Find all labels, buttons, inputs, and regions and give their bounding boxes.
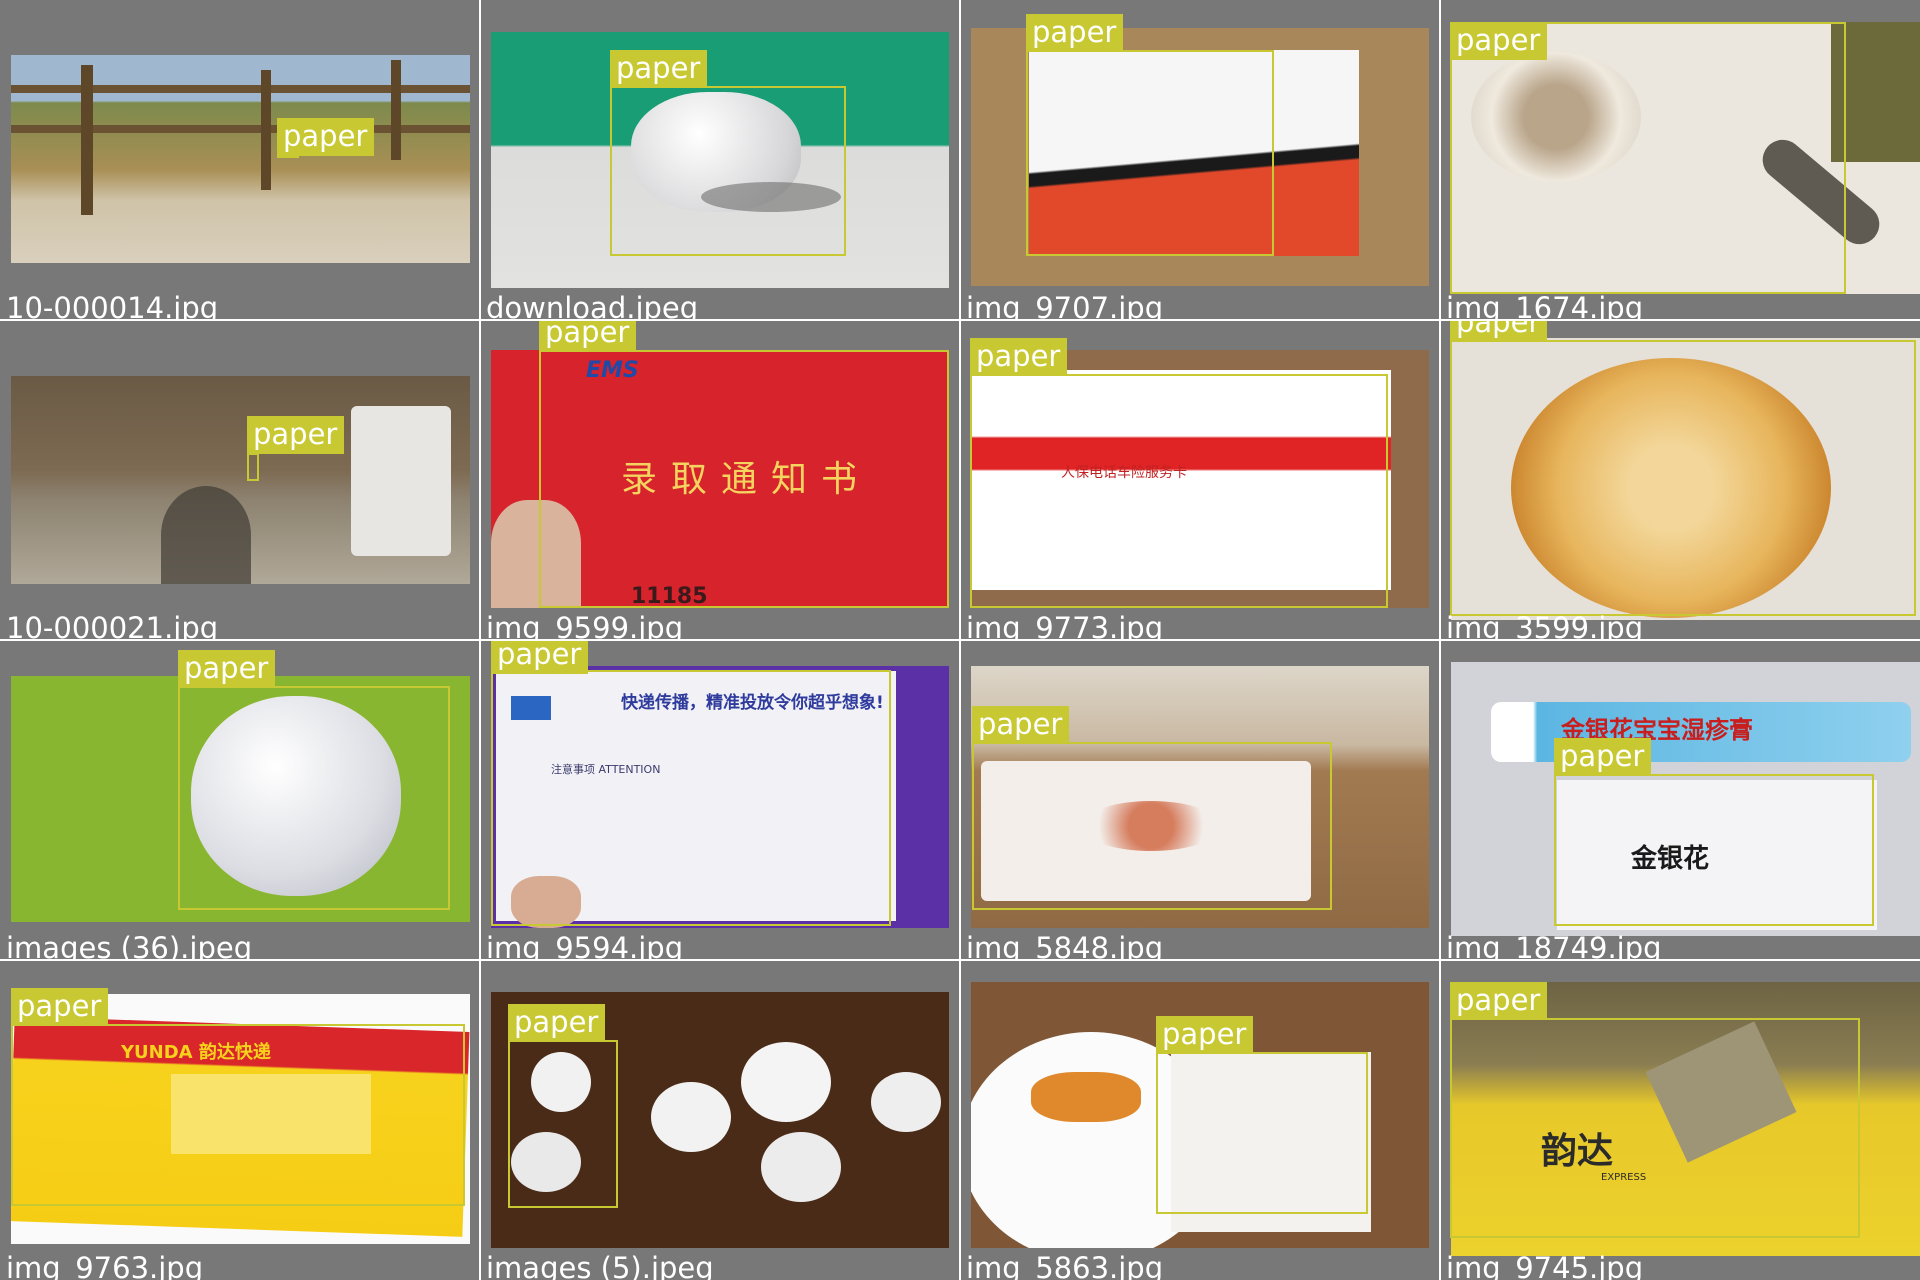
egg-yolk	[1031, 1072, 1141, 1122]
bbox-paper	[11, 1024, 465, 1206]
fence-post	[261, 70, 271, 190]
tile-images-36[interactable]: paper images (36).jpeg	[0, 640, 480, 960]
bbox-label: paper	[277, 118, 375, 156]
bbox-paper	[1450, 340, 1916, 616]
bbox-label: paper	[1554, 738, 1652, 776]
bbox-paper	[491, 670, 891, 926]
bbox-paper	[1156, 1052, 1368, 1214]
filename: 10-000021.jpg	[6, 611, 219, 640]
filename: img_1674.jpg	[1446, 291, 1644, 320]
tile-img-9594[interactable]: 快递传播，精准投放令你超乎想象! 注意事项 ATTENTION paper im…	[480, 640, 960, 960]
tile-img-5848[interactable]: paper img_5848.jpg	[960, 640, 1440, 960]
bbox-label: paper	[972, 706, 1070, 744]
tile-image	[11, 376, 470, 584]
grid-divider-horizontal	[0, 639, 1920, 641]
tile-img-9707[interactable]: paper img_9707.jpg	[960, 0, 1440, 320]
bbox-paper	[247, 453, 259, 481]
tile-img-9745[interactable]: 韵达 EXPRESS paper img_9745.jpg	[1440, 960, 1920, 1280]
bbox-paper	[970, 374, 1388, 608]
tile-img-9773[interactable]: 人保电话车险服务卡 paper img_9773.jpg	[960, 320, 1440, 640]
tile-img-5863[interactable]: paper img_5863.jpg	[960, 960, 1440, 1280]
tile-image	[11, 55, 470, 263]
filename: img_9707.jpg	[966, 291, 1164, 320]
filename: images (36).jpeg	[6, 931, 253, 960]
filename: img_5863.jpg	[966, 1251, 1164, 1280]
filename: img_9599.jpg	[486, 611, 684, 640]
filename: img_18749.jpg	[1446, 931, 1662, 960]
tile-img-3599[interactable]: paper img_3599.jpg	[1440, 320, 1920, 640]
tile-10-000021[interactable]: paper 10-000021.jpg	[0, 320, 480, 640]
filename: img_9763.jpg	[6, 1251, 204, 1280]
grid-divider-horizontal	[0, 959, 1920, 961]
paper-ball	[761, 1132, 841, 1202]
bbox-paper	[610, 86, 846, 256]
bbox-label: paper	[508, 1004, 606, 1042]
bbox-label: paper	[247, 416, 345, 454]
bbox-paper	[1450, 1018, 1860, 1238]
fence-rail	[11, 85, 470, 93]
filename: img_9773.jpg	[966, 611, 1164, 640]
bbox-label: paper	[1450, 22, 1548, 60]
filename: img_5848.jpg	[966, 931, 1164, 960]
bbox-label: paper	[491, 640, 589, 674]
bbox-label: paper	[1156, 1016, 1254, 1054]
fence-post	[391, 60, 401, 160]
filename: img_3599.jpg	[1446, 611, 1644, 640]
paper-ball	[871, 1072, 941, 1132]
tile-img-1674[interactable]: paper img_1674.jpg	[1440, 0, 1920, 320]
filename: images (5).jpeg	[486, 1251, 714, 1280]
bbox-label: paper	[178, 650, 276, 688]
bbox-paper	[1450, 22, 1846, 294]
tile-img-18749[interactable]: 金银花宝宝湿疹膏 金银花 paper img_18749.jpg	[1440, 640, 1920, 960]
bbox-label: paper	[1450, 982, 1548, 1020]
detection-grid: paper 10-000014.jpg paper download.jpeg …	[0, 0, 1920, 1280]
bbox-paper	[539, 350, 949, 608]
filename: img_9594.jpg	[486, 931, 684, 960]
chair	[351, 406, 451, 556]
bbox-paper	[972, 742, 1332, 910]
tile-img-9763[interactable]: YUNDA 韵达快递 paper img_9763.jpg	[0, 960, 480, 1280]
grid-divider-horizontal	[0, 319, 1920, 321]
bbox-label: paper	[610, 50, 708, 88]
tile-download[interactable]: paper download.jpeg	[480, 0, 960, 320]
bbox-label: paper	[970, 338, 1068, 376]
tile-img-9599[interactable]: 录取通知书 EMS 11185 paper img_9599.jpg	[480, 320, 960, 640]
bbox-paper	[508, 1040, 618, 1208]
tile-images-5[interactable]: paper images (5).jpeg	[480, 960, 960, 1280]
bbox-label: paper	[11, 988, 109, 1026]
fence-post	[81, 65, 93, 215]
bbox-label: paper	[1450, 320, 1548, 342]
tile-10-000014[interactable]: paper 10-000014.jpg	[0, 0, 480, 320]
bbox-label: paper	[1026, 14, 1124, 52]
filename: 10-000014.jpg	[6, 291, 219, 320]
bbox-paper	[1026, 50, 1274, 256]
filename: download.jpeg	[486, 291, 699, 320]
paper-ball	[651, 1082, 731, 1152]
filename: img_9745.jpg	[1446, 1251, 1644, 1280]
bbox-paper	[1554, 774, 1874, 926]
bbox-paper	[178, 686, 450, 910]
bbox-label: paper	[539, 320, 637, 352]
shadow	[161, 486, 251, 584]
paper-ball	[741, 1042, 831, 1122]
fence-rail	[11, 125, 470, 133]
